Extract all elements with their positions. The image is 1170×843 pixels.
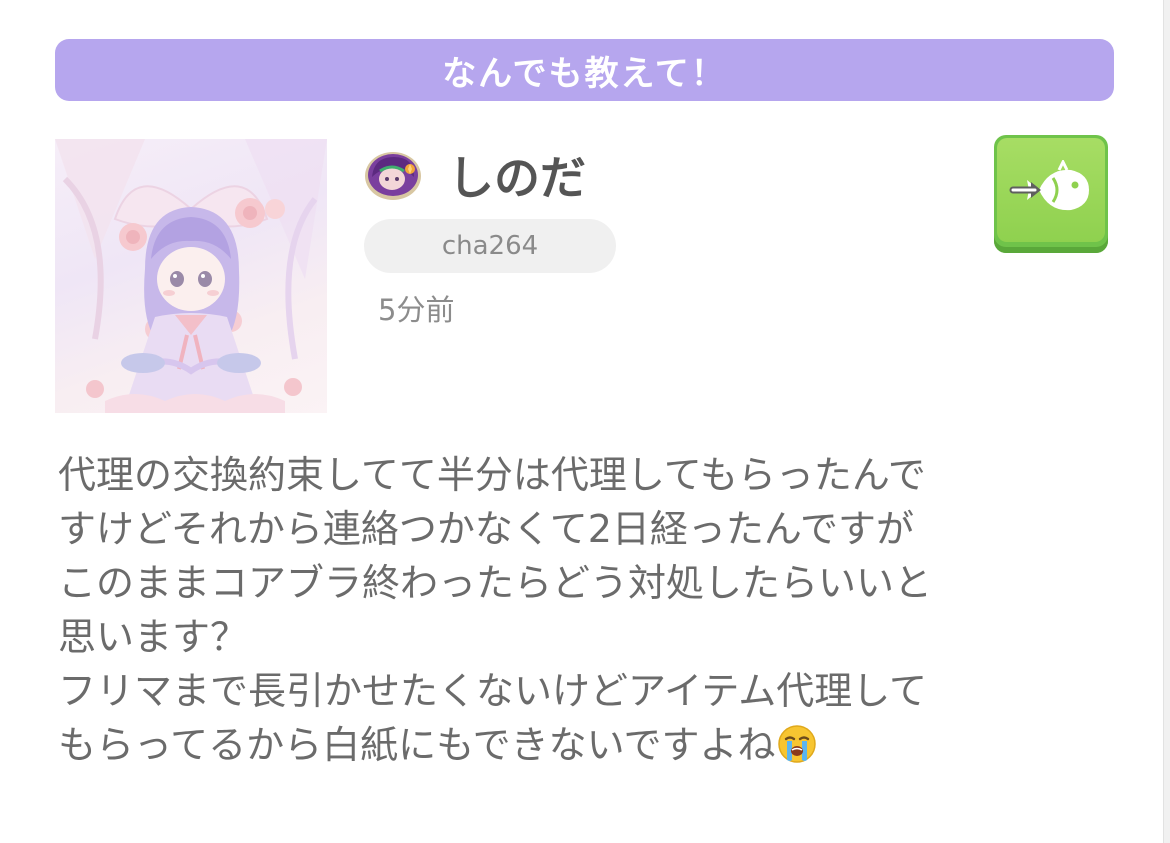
- category-label: なんでも教えて！: [442, 53, 727, 94]
- post-body: 代理の交換約束してて半分は代理してもらったんで すけどそれから連絡つかなくて2日…: [58, 448, 1138, 772]
- loudly-crying-face-icon: [778, 725, 817, 763]
- user-id: cha264: [441, 231, 539, 261]
- fish-arrow-icon: [1009, 160, 1089, 211]
- scrollbar-track[interactable]: [1163, 0, 1170, 843]
- purple-hair-character-badge: [365, 152, 421, 200]
- user-avatar[interactable]: [55, 139, 327, 413]
- post-line: このままコアブラ終わったらどう対処したらいいと: [58, 561, 933, 605]
- post-line: フリマまで長引かせたくないけどアイテム代理して: [58, 669, 928, 713]
- post-line: 思います？: [58, 615, 249, 659]
- avatar-doll-illustration: [55, 139, 327, 413]
- post-timestamp: 5分前: [378, 293, 455, 327]
- user-id-badge: cha264: [364, 219, 616, 273]
- sticker-button-face: [997, 138, 1105, 242]
- post-line-text: もらってるから白紙にもできないですよね: [58, 723, 776, 767]
- username[interactable]: しのだ: [448, 148, 586, 208]
- category-banner[interactable]: なんでも教えて！: [55, 39, 1114, 101]
- post-line: すけどそれから連絡つかなくて2日経ったんですが: [58, 507, 914, 551]
- post-detail-page: なんでも教えて！ しのだ cha264 5分前 代理の交換約束してて半分は代理し…: [0, 0, 1170, 843]
- post-line-last: もらってるから白紙にもできないですよね: [58, 718, 1138, 772]
- send-sticker-button[interactable]: [994, 135, 1108, 253]
- post-line: 代理の交換約束してて半分は代理してもらったんで: [58, 453, 926, 497]
